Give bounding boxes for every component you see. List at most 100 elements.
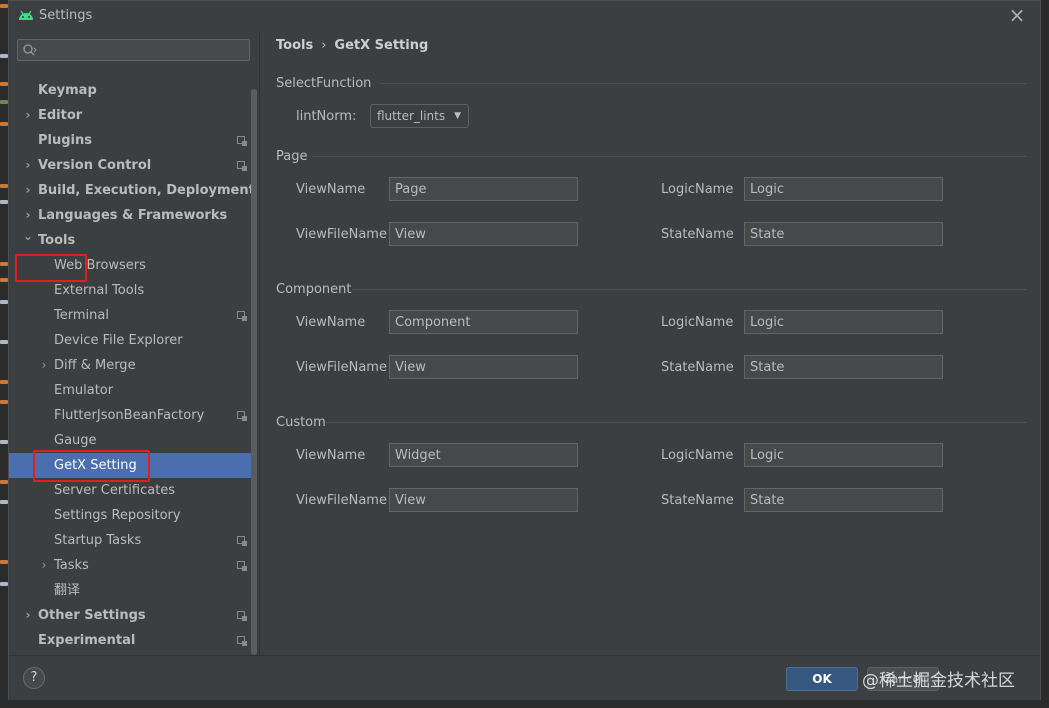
search-icon (23, 44, 37, 56)
custom-viewname-input[interactable] (389, 443, 578, 467)
page-viewfilename-input[interactable] (389, 222, 578, 246)
sidebar-item-external-tools[interactable]: External Tools (9, 278, 251, 303)
chevron-right-icon[interactable]: › (23, 153, 33, 178)
sidebar-item-label: 翻译 (54, 583, 81, 598)
settings-content: Tools › GetX Setting SelectFunction lintNo… (260, 31, 1040, 655)
statename-label: StateName (661, 493, 734, 508)
sidebar-item-label: Experimental (38, 633, 136, 648)
chevron-right-icon[interactable]: › (39, 553, 49, 578)
help-button[interactable]: ? (23, 667, 45, 689)
divider (326, 422, 1026, 423)
sidebar-item-plugins[interactable]: Plugins (9, 128, 251, 153)
cancel-button[interactable]: Cancel (867, 667, 939, 691)
statename-label: StateName (661, 360, 734, 375)
viewname-label: ViewName (296, 448, 366, 463)
ok-button[interactable]: OK (786, 667, 858, 691)
sidebar-item-label: Device File Explorer (54, 333, 183, 348)
lintnorm-select[interactable]: flutter_lints ▼ (370, 104, 469, 128)
divider (380, 83, 1026, 84)
sidebar-item-diff-merge[interactable]: › Diff & Merge (9, 353, 251, 378)
custom-logicname-input[interactable] (744, 443, 943, 467)
viewname-label: ViewName (296, 182, 366, 197)
sidebar-item-label: External Tools (54, 283, 145, 298)
breadcrumb-parent[interactable]: Tools (276, 38, 313, 53)
sidebar-item-label: Gauge (54, 433, 97, 448)
sidebar-item-tasks[interactable]: › Tasks (9, 553, 251, 578)
sidebar-item-web-browsers[interactable]: Web Browsers (9, 253, 251, 278)
sidebar-item-device-file-explorer[interactable]: Device File Explorer (9, 328, 251, 353)
page-logicname-input[interactable] (744, 177, 943, 201)
sidebar-item-keymap[interactable]: Keymap (9, 78, 251, 103)
project-scope-icon (237, 136, 247, 146)
sidebar-item-label: Web Browsers (54, 258, 146, 273)
project-scope-icon (237, 536, 247, 546)
viewname-label: ViewName (296, 315, 366, 330)
sidebar-item-build-execution-deployment[interactable]: › Build, Execution, Deployment (9, 178, 255, 203)
settings-sidebar: Keymap › Editor Plugins › Version Control › Bui… (9, 31, 260, 655)
search-field[interactable] (17, 39, 250, 61)
sidebar-item-tools[interactable]: ⌄ Tools (9, 228, 251, 253)
sidebar-item-label: Keymap (38, 83, 97, 98)
page-statename-input[interactable] (744, 222, 943, 246)
component-logicname-input[interactable] (744, 310, 943, 334)
android-icon (19, 10, 33, 20)
logicname-label: LogicName (661, 448, 734, 463)
component-statename-input[interactable] (744, 355, 943, 379)
search-input[interactable] (40, 41, 244, 61)
component-viewname-input[interactable] (389, 310, 578, 334)
sidebar-item-item-20[interactable]: 翻译 (9, 578, 251, 603)
sidebar-item-settings-repository[interactable]: Settings Repository (9, 503, 251, 528)
sidebar-item-emulator[interactable]: Emulator (9, 378, 251, 403)
project-scope-icon (237, 611, 247, 621)
sidebar-item-label: Tasks (54, 558, 89, 573)
viewfilename-label: ViewFileName (296, 227, 387, 242)
sidebar-scrollbar[interactable] (251, 89, 257, 655)
custom-statename-input[interactable] (744, 488, 943, 512)
divider (352, 289, 1026, 290)
sidebar-item-flutterjsonbeanfactory[interactable]: FlutterJsonBeanFactory (9, 403, 251, 428)
sidebar-item-other-settings[interactable]: › Other Settings (9, 603, 251, 628)
sidebar-item-experimental[interactable]: Experimental (9, 628, 251, 653)
divider (312, 156, 1026, 157)
chevron-right-icon[interactable]: › (23, 103, 33, 128)
window-title: Settings (39, 8, 93, 23)
page-viewname-input[interactable] (389, 177, 578, 201)
dialog-footer: ? OK Cancel (9, 655, 1040, 700)
sidebar-item-label: Build, Execution, Deployment (38, 183, 255, 198)
sidebar-item-label: Other Settings (38, 608, 146, 623)
sidebar-item-label: GetX Setting (54, 458, 137, 473)
sidebar-item-languages-frameworks[interactable]: › Languages & Frameworks (9, 203, 251, 228)
section-title-custom: Custom (276, 415, 326, 430)
project-scope-icon (237, 561, 247, 571)
sidebar-item-terminal[interactable]: Terminal (9, 303, 251, 328)
sidebar-item-label: Server Certificates (54, 483, 176, 498)
sidebar-item-label: Terminal (54, 308, 109, 323)
sidebar-item-gauge[interactable]: Gauge (9, 428, 251, 453)
sidebar-item-label: Settings Repository (54, 508, 181, 523)
component-viewfilename-input[interactable] (389, 355, 578, 379)
custom-viewfilename-input[interactable] (389, 488, 578, 512)
chevron-right-icon[interactable]: › (39, 353, 49, 378)
sidebar-item-label: Plugins (38, 133, 92, 148)
sidebar-item-server-certificates[interactable]: Server Certificates (9, 478, 251, 503)
chevron-right-icon[interactable]: › (23, 603, 33, 628)
sidebar-item-label: Diff & Merge (54, 358, 136, 373)
sidebar-item-getx-setting[interactable]: GetX Setting (9, 453, 251, 478)
logicname-label: LogicName (661, 182, 734, 197)
breadcrumb: Tools › GetX Setting (276, 38, 428, 53)
statename-label: StateName (661, 227, 734, 242)
sidebar-item-startup-tasks[interactable]: Startup Tasks (9, 528, 251, 553)
sidebar-item-editor[interactable]: › Editor (9, 103, 251, 128)
chevron-down-icon[interactable]: ⌄ (23, 224, 33, 249)
sidebar-item-label: Editor (38, 108, 83, 123)
settings-dialog: Settings × Keymap › Editor Plugins › Version … (8, 0, 1041, 700)
sidebar-item-label: Tools (38, 233, 76, 248)
title-bar: Settings × (9, 1, 1040, 31)
chevron-right-icon[interactable]: › (23, 178, 33, 203)
viewfilename-label: ViewFileName (296, 360, 387, 375)
lintnorm-label: lintNorm: (296, 109, 357, 124)
sidebar-item-version-control[interactable]: › Version Control (9, 153, 251, 178)
section-title-selectfunction: SelectFunction (276, 76, 372, 91)
close-icon[interactable]: × (1008, 5, 1026, 25)
logicname-label: LogicName (661, 315, 734, 330)
